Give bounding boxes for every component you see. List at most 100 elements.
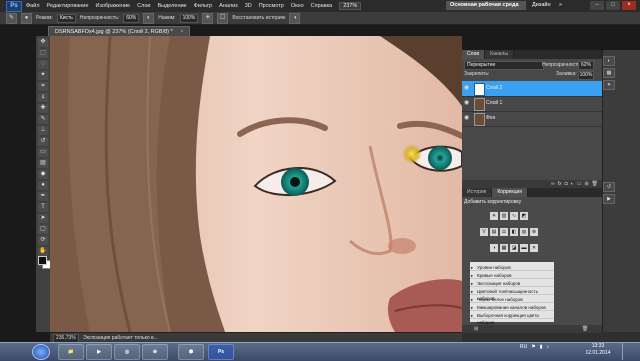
taskbar-clock[interactable]: 13:33 12.01.2014: [578, 343, 618, 357]
new-layer-icon[interactable]: ⊞: [584, 180, 588, 188]
link-layers-icon[interactable]: ∞: [551, 180, 555, 188]
layer-row-layer1[interactable]: ◉ Слой 1: [462, 96, 602, 112]
invert-icon[interactable]: ◑: [490, 244, 498, 252]
menu-file[interactable]: Файл: [26, 3, 40, 9]
styles-panel-icon[interactable]: ✦: [603, 80, 615, 90]
foreground-color-swatch[interactable]: [38, 256, 47, 265]
visibility-eye-icon[interactable]: ◉: [464, 85, 471, 92]
actions-panel-icon[interactable]: ▶: [603, 194, 615, 204]
adjustment-layer-icon[interactable]: ⊞: [474, 325, 478, 333]
blend-mode-select[interactable]: Перекрытие: [464, 61, 544, 70]
tab-adjustments[interactable]: Коррекция: [492, 188, 528, 197]
curves-icon[interactable]: ∿: [510, 212, 518, 220]
brightness-icon[interactable]: ☀: [490, 212, 498, 220]
tab-close-icon[interactable]: ×: [180, 29, 183, 35]
menu-layers[interactable]: Слои: [137, 3, 150, 9]
flow-field[interactable]: 100%: [179, 13, 199, 23]
move-tool-icon[interactable]: ✥: [38, 38, 48, 47]
preset-levels[interactable]: Уровни наборов: [470, 264, 554, 271]
color-panel-icon[interactable]: ◐: [603, 56, 615, 66]
adjustment-layer-icon[interactable]: ◐: [571, 180, 574, 188]
marquee-tool-icon[interactable]: ⬚: [38, 49, 48, 58]
preset-channel-mixer[interactable]: Микширование каналов наборов: [470, 304, 554, 311]
history-panel-icon[interactable]: ↺: [603, 182, 615, 192]
eraser-icon[interactable]: ▭: [38, 148, 48, 157]
menu-help[interactable]: Справка: [311, 3, 333, 9]
hue-saturation-icon[interactable]: ▤: [490, 228, 498, 236]
posterize-icon[interactable]: ▦: [500, 244, 508, 252]
tab-layers[interactable]: Слои: [462, 50, 486, 59]
pen-tool-icon[interactable]: ✒: [38, 192, 48, 201]
clone-stamp-icon[interactable]: ⊥: [38, 126, 48, 135]
menu-analysis[interactable]: Анализ: [219, 3, 238, 9]
menu-filter[interactable]: Фильтр: [194, 3, 212, 9]
taskbar-app-icon[interactable]: ◎: [114, 344, 140, 360]
preset-selective-color[interactable]: Выборочная коррекция цвета наборов: [470, 312, 554, 325]
tray-flag-icon[interactable]: ⚑: [531, 344, 535, 350]
eyedropper-icon[interactable]: ⍋: [38, 93, 48, 102]
add-mask-icon[interactable]: ◘: [565, 180, 568, 188]
type-tool-icon[interactable]: T: [38, 203, 48, 212]
black-white-icon[interactable]: ◧: [510, 228, 518, 236]
menu-edit[interactable]: Редактирование: [47, 3, 89, 9]
layer-opacity-field[interactable]: 62%: [578, 61, 594, 70]
maximize-icon[interactable]: □: [606, 1, 620, 10]
start-button[interactable]: [32, 344, 50, 360]
menu-image[interactable]: Изображение: [95, 3, 130, 9]
visibility-eye-icon[interactable]: ◉: [464, 100, 471, 107]
taskbar-app2-icon[interactable]: ⬢: [178, 344, 204, 360]
mode-select[interactable]: Кисть: [56, 13, 76, 23]
workspace-main-button[interactable]: Основная рабочая среда: [446, 1, 526, 10]
dodge-icon[interactable]: ●: [38, 181, 48, 190]
menu-3d[interactable]: 3D: [245, 3, 252, 9]
document-canvas[interactable]: [50, 36, 462, 332]
vibrance-icon[interactable]: V: [480, 228, 488, 236]
minimize-icon[interactable]: –: [590, 1, 604, 10]
levels-icon[interactable]: ▥: [500, 212, 508, 220]
tray-network-icon[interactable]: ▮: [540, 344, 543, 350]
brush-preset-icon[interactable]: ●: [21, 12, 32, 24]
pressure-size-icon[interactable]: ◑: [289, 12, 301, 24]
visibility-eye-icon[interactable]: ◉: [464, 115, 471, 122]
selective-color-icon[interactable]: ✕: [530, 244, 538, 252]
airbrush-icon[interactable]: ✳: [202, 12, 214, 24]
lasso-tool-icon[interactable]: ◌: [38, 60, 48, 69]
pressure-opacity-icon[interactable]: ◐: [143, 12, 155, 24]
blur-icon[interactable]: ◆: [38, 170, 48, 179]
layer-row-layer2[interactable]: ◉ Слой 2: [462, 81, 602, 97]
swatches-panel-icon[interactable]: ▦: [603, 68, 615, 78]
history-brush-icon[interactable]: ↺: [38, 137, 48, 146]
gradient-icon[interactable]: ▤: [38, 159, 48, 168]
show-desktop-button[interactable]: [622, 342, 640, 360]
healing-brush-icon[interactable]: ✚: [38, 104, 48, 113]
threshold-icon[interactable]: ◪: [510, 244, 518, 252]
shape-tool-icon[interactable]: ▢: [38, 225, 48, 234]
taskbar-explorer-icon[interactable]: 📁: [58, 344, 84, 360]
trash-icon[interactable]: 🗑: [592, 180, 598, 188]
photo-filter-icon[interactable]: ◍: [520, 228, 528, 236]
brush-tool-icon[interactable]: ✎: [38, 115, 48, 124]
taskbar-media-icon[interactable]: ▶: [86, 344, 112, 360]
menu-view[interactable]: Просмотр: [259, 3, 284, 9]
brush-tool-icon[interactable]: ✎: [6, 12, 17, 24]
gradient-map-icon[interactable]: ▬: [520, 244, 528, 252]
opacity-field[interactable]: 60%: [123, 13, 140, 23]
taskbar-browser-icon[interactable]: ⊕: [142, 344, 168, 360]
preset-black-white[interactable]: Черно-белое наборов: [470, 296, 554, 303]
new-group-icon[interactable]: ▭: [577, 180, 582, 188]
tray-language[interactable]: RU: [520, 344, 527, 350]
path-select-icon[interactable]: ➤: [38, 214, 48, 223]
preset-curves[interactable]: Кривые наборов: [470, 272, 554, 279]
layer-row-background[interactable]: ◉ Фон: [462, 111, 602, 127]
workspace-design-button[interactable]: Дизайн: [528, 1, 555, 10]
hand-tool-icon[interactable]: ✋: [38, 247, 48, 256]
layer-style-icon[interactable]: fx: [558, 180, 562, 188]
3d-rotate-icon[interactable]: ⟳: [38, 236, 48, 245]
tab-channels[interactable]: Каналы: [485, 50, 514, 59]
crop-tool-icon[interactable]: ⌗: [38, 82, 48, 91]
taskbar-photoshop-icon[interactable]: Ps: [208, 344, 234, 360]
menu-window[interactable]: Окно: [291, 3, 304, 9]
color-balance-icon[interactable]: ⚖: [500, 228, 508, 236]
workspace-more-button[interactable]: »: [555, 1, 566, 10]
trash-icon[interactable]: 🗑: [582, 325, 588, 333]
